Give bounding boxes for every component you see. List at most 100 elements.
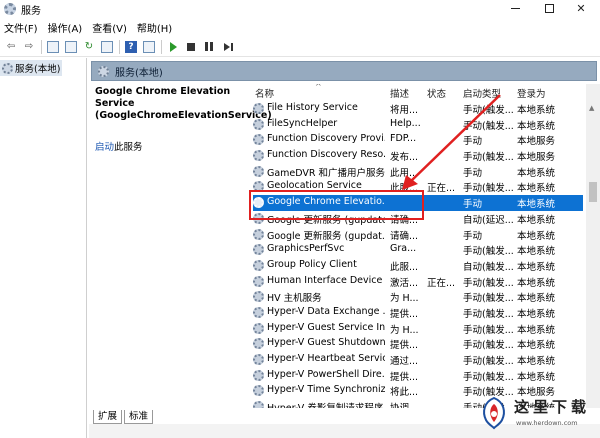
cell-log-on-as: 本地系统 bbox=[517, 105, 556, 116]
cell-log-on-as: 本地服务 bbox=[517, 152, 556, 164]
toolbar-separator bbox=[119, 39, 120, 54]
console-tree: 服务(本地) bbox=[0, 58, 87, 438]
cell-description: 通过... bbox=[390, 356, 419, 367]
window-title: 服务 bbox=[21, 5, 41, 17]
cell-log-on-as: 本地系统 bbox=[517, 261, 556, 273]
cell-name: Hyper-V 卷影复制请求程序 bbox=[267, 400, 385, 408]
pause-icon bbox=[205, 42, 213, 51]
table-row[interactable]: Google 更新服务 (gupdat... 请确... 手动 本地系统 bbox=[253, 227, 583, 243]
cell-name: Hyper-V Data Exchange ... bbox=[267, 305, 385, 317]
cell-startup-type: 手动 bbox=[463, 167, 483, 179]
table-row[interactable]: Google Chrome Elevatio... 手动 本地系统 bbox=[253, 195, 583, 211]
show-hide-tree-button[interactable] bbox=[46, 40, 60, 54]
cell-log-on-as: 本地系统 bbox=[517, 340, 556, 352]
cell-name: Geolocation Service bbox=[267, 180, 362, 192]
tab-extended[interactable]: 扩展 bbox=[93, 410, 123, 424]
refresh-button[interactable]: ↻ bbox=[82, 40, 96, 54]
service-gear-icon bbox=[253, 306, 264, 318]
toolbar-separator bbox=[41, 39, 42, 54]
watermark-logo bbox=[483, 396, 505, 430]
forward-button[interactable]: ⇨ bbox=[22, 40, 36, 54]
table-row[interactable]: Hyper-V Guest Service In... 为 H... 手动(触发..… bbox=[253, 321, 583, 337]
table-row[interactable]: Hyper-V Guest Shutdown... 提供... 手动(触发... 本地… bbox=[253, 336, 583, 352]
table-row[interactable]: Function Discovery Provi... FDP... 手动 本地服务 bbox=[253, 132, 583, 148]
menu-bar: 文件(F) 操作(A) 查看(V) 帮助(H) bbox=[0, 19, 600, 36]
service-gear-icon bbox=[253, 354, 264, 365]
properties-button[interactable] bbox=[64, 40, 78, 54]
table-body: File History Service 将用... 手动(触发... 本地系统 Fil… bbox=[253, 101, 583, 408]
column-header-name[interactable]: 名称 bbox=[255, 86, 274, 100]
table-row[interactable]: Group Policy Client 此服... 自动(触发... 本地系统 bbox=[253, 258, 583, 274]
column-header-description[interactable]: 描述 bbox=[390, 86, 409, 100]
minimize-icon bbox=[510, 7, 520, 9]
start-service-link[interactable]: 启动 bbox=[95, 142, 114, 153]
help-button[interactable]: ? bbox=[124, 40, 138, 54]
maximize-button[interactable] bbox=[534, 0, 564, 16]
console-tree-icon bbox=[47, 40, 59, 53]
view-button[interactable] bbox=[142, 40, 156, 54]
menu-file[interactable]: 文件(F) bbox=[0, 20, 44, 35]
service-gear-icon bbox=[253, 291, 264, 303]
tree-item-services-local[interactable]: 服务(本地) bbox=[0, 60, 62, 76]
menu-help[interactable]: 帮助(H) bbox=[133, 20, 178, 35]
column-header-startup-type[interactable]: 启动类型 bbox=[463, 86, 501, 100]
service-gear-icon bbox=[253, 212, 264, 224]
column-header-status[interactable]: 状态 bbox=[427, 86, 446, 100]
cell-description: 此服... bbox=[390, 183, 419, 195]
cell-log-on-as: 本地系统 bbox=[517, 230, 556, 242]
table-row[interactable]: Hyper-V PowerShell Dire... 提供... 手动(触发... 本… bbox=[253, 368, 583, 384]
restart-service-button[interactable] bbox=[220, 40, 234, 54]
scrollbar-thumb[interactable] bbox=[589, 182, 597, 202]
start-service-suffix: 此服务 bbox=[114, 142, 143, 153]
tab-standard[interactable]: 标准 bbox=[124, 410, 154, 424]
cell-log-on-as: 本地系统 bbox=[517, 371, 556, 383]
close-icon: ✕ bbox=[576, 1, 586, 15]
table-row[interactable]: Hyper-V Heartbeat Service 通过... 手动(触发... 本地… bbox=[253, 352, 583, 368]
table-row[interactable]: Human Interface Device ... 激活... 正在... 手动(触… bbox=[253, 274, 583, 290]
table-row[interactable]: Google 更新服务 (gupdate) 请确... 自动(延迟... 本地系统 bbox=[253, 211, 583, 227]
cell-description: FDP... bbox=[390, 133, 417, 145]
table-row[interactable]: File History Service 将用... 手动(触发... 本地系统 bbox=[253, 101, 583, 117]
back-button[interactable]: ⇦ bbox=[4, 40, 18, 54]
vertical-scrollbar[interactable]: ▲ bbox=[586, 84, 600, 408]
cell-log-on-as: 本地系统 bbox=[517, 324, 556, 336]
table-row[interactable]: Geolocation Service 此服... 正在... 手动(触发... 本地系… bbox=[253, 179, 583, 195]
stop-service-button[interactable] bbox=[184, 40, 198, 54]
table-row[interactable]: Hyper-V Data Exchange ... 提供... 手动(触发... 本地… bbox=[253, 305, 583, 321]
table-row[interactable]: GameDVR 和广播用户服务... 此用... 手动 本地系统 bbox=[253, 164, 583, 180]
cell-name: FileSyncHelper bbox=[267, 117, 338, 129]
pause-service-button[interactable] bbox=[202, 40, 216, 54]
cell-name: Google Chrome Elevatio... bbox=[267, 196, 385, 208]
cell-name: Hyper-V Guest Service In... bbox=[267, 321, 385, 333]
table-row[interactable]: FileSyncHelper Help... 手动(触发... 本地系统 bbox=[253, 117, 583, 133]
table-row[interactable]: GraphicsPerfSvc Gra... 手动(触发... 本地系统 bbox=[253, 242, 583, 258]
cell-description: Help... bbox=[390, 117, 421, 129]
cell-description: 发布... bbox=[390, 152, 419, 164]
cell-status: 正在... bbox=[427, 277, 456, 289]
watermark-text: 这里下载 bbox=[514, 398, 591, 416]
scroll-up-icon[interactable]: ▲ bbox=[589, 104, 594, 112]
service-gear-icon bbox=[253, 150, 264, 162]
cell-description: 此服... bbox=[390, 261, 419, 273]
menu-view[interactable]: 查看(V) bbox=[88, 20, 133, 35]
table-row[interactable]: Function Discovery Reso... 发布... 手动(触发... 本… bbox=[253, 148, 583, 164]
minimize-button[interactable] bbox=[500, 0, 530, 16]
cell-name: File History Service bbox=[267, 102, 358, 113]
cell-name: HV 主机服务 bbox=[267, 293, 322, 305]
column-header-log-on-as[interactable]: 登录为 bbox=[517, 86, 546, 100]
service-gear-icon bbox=[253, 369, 264, 381]
cell-name: Function Discovery Reso... bbox=[267, 149, 385, 161]
cell-description: Gra... bbox=[390, 243, 417, 255]
export-list-button[interactable] bbox=[100, 40, 114, 54]
start-service-button[interactable] bbox=[166, 40, 180, 54]
menu-action[interactable]: 操作(A) bbox=[44, 20, 89, 35]
close-button[interactable]: ✕ bbox=[566, 0, 596, 16]
cell-name: GraphicsPerfSvc bbox=[267, 243, 345, 255]
cell-startup-type: 手动(触发... bbox=[463, 293, 513, 305]
view-tabs: 扩展 标准 bbox=[89, 408, 349, 424]
table-row[interactable]: HV 主机服务 为 H... 手动(触发... 本地系统 bbox=[253, 289, 583, 305]
cell-name: Google 更新服务 (gupdat... bbox=[267, 230, 385, 242]
services-gear-icon bbox=[2, 62, 13, 74]
cell-startup-type: 手动(触发... bbox=[463, 371, 513, 383]
service-gear-icon bbox=[253, 165, 264, 177]
